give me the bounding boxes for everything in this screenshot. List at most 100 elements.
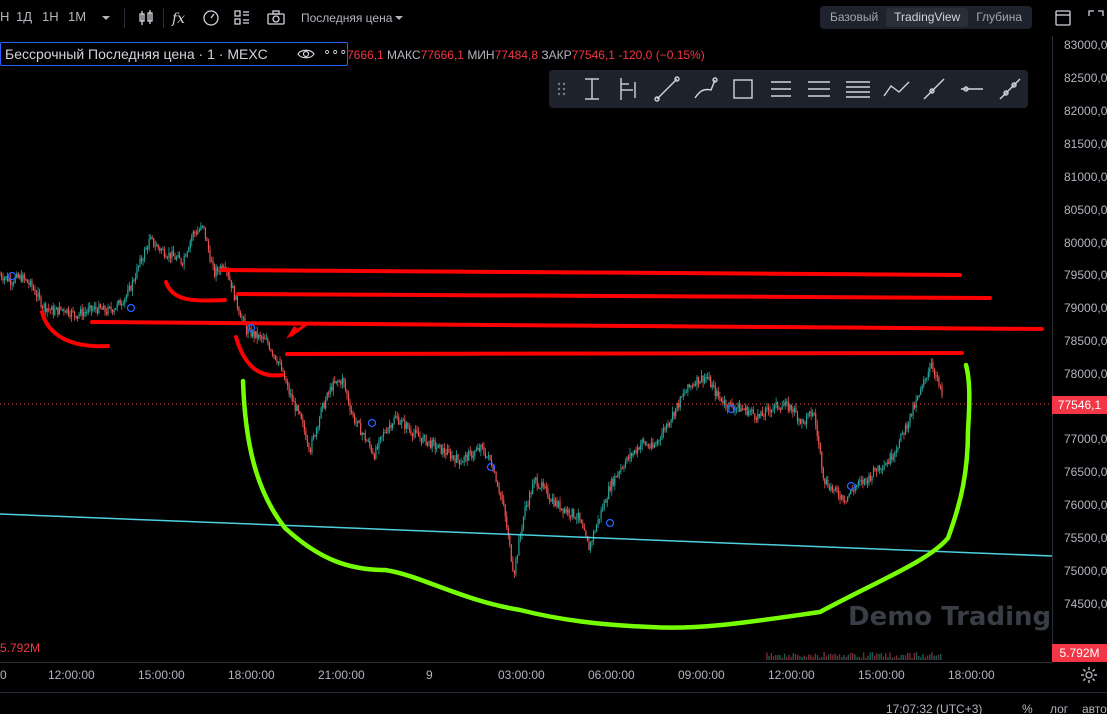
interval-week[interactable]: Н (0, 9, 9, 24)
tab-tradingview[interactable]: TradingView (886, 8, 969, 27)
window-layout-icon[interactable] (1052, 7, 1074, 29)
candle-body (489, 455, 491, 460)
volume-bar (880, 653, 882, 660)
candle-body (667, 423, 669, 427)
candle-body (627, 456, 630, 459)
candle-body (172, 251, 175, 257)
tab-depth[interactable]: Глубина (968, 6, 1030, 29)
interval-1w[interactable]: 1Н (42, 9, 59, 24)
candles-layer (0, 222, 943, 660)
candle-body (134, 278, 137, 281)
candle-body (611, 478, 613, 491)
interval-1d[interactable]: 1Д (16, 9, 32, 24)
volume-bar (933, 655, 935, 660)
candle-body (630, 453, 633, 457)
volume-bar (775, 654, 777, 660)
candle-body (486, 456, 488, 458)
candle-body (702, 375, 704, 383)
price-chart[interactable] (0, 36, 1052, 662)
drawing-toolbar-icons (557, 76, 1021, 102)
candle-body (81, 308, 83, 317)
candle-body (579, 512, 581, 521)
candle-body (174, 256, 176, 260)
candle-body (428, 440, 430, 442)
speedometer-icon[interactable] (200, 7, 222, 29)
candle-body (621, 467, 624, 469)
candle-body (716, 391, 718, 396)
candle-body (920, 389, 922, 395)
volume-bar (794, 654, 797, 660)
candle-body (595, 525, 598, 532)
candle-body (410, 429, 412, 434)
candle-body (831, 486, 834, 491)
time-tick: 21:00:00 (318, 668, 365, 682)
time-tick: 18:00:00 (948, 668, 995, 682)
candle-body (792, 409, 794, 413)
price-type-select[interactable]: Последняя цена (301, 11, 392, 25)
candle-body (390, 424, 392, 429)
interval-1m[interactable]: 1М (68, 9, 86, 24)
auto-toggle[interactable]: авто (1082, 702, 1107, 714)
tab-basic[interactable]: Базовый (822, 6, 886, 29)
close-value: 77546,1 (571, 48, 615, 62)
candle-body (539, 488, 541, 490)
log-toggle[interactable]: лог (1050, 702, 1068, 714)
candle-body (684, 393, 686, 395)
candle-body (469, 451, 471, 453)
candle-body (474, 451, 476, 456)
camera-icon[interactable] (265, 7, 287, 29)
layout-grid-icon[interactable] (231, 7, 253, 29)
low-label: МИН (467, 48, 495, 62)
candle-body (923, 380, 925, 386)
candle-body (311, 439, 313, 453)
candle-body (303, 422, 305, 432)
candle-body (78, 314, 80, 316)
candle-body (863, 478, 865, 484)
candle-body (309, 449, 312, 453)
candle-body (332, 381, 334, 391)
settings-gear-icon[interactable] (1080, 666, 1098, 689)
candle-body (28, 283, 30, 285)
candle-body (49, 309, 51, 311)
candle-body (620, 467, 622, 472)
candle-body (468, 451, 470, 461)
candle-body (504, 505, 506, 517)
extended-line-icon (999, 78, 1021, 100)
indicators-fx-icon[interactable]: fx (169, 7, 191, 29)
more-icon[interactable]: ∘∘∘ (323, 44, 347, 60)
chevron-down-icon[interactable] (390, 7, 412, 29)
candle-body (783, 405, 785, 407)
candle-body (280, 362, 283, 371)
candle-body (314, 435, 316, 437)
volume-bar (821, 656, 823, 660)
candle-body (43, 303, 45, 308)
candlestick-type-icon[interactable] (135, 7, 157, 29)
candle-body (490, 459, 493, 466)
eye-icon[interactable] (297, 46, 315, 67)
candle-body (592, 532, 595, 541)
chevron-down-icon[interactable] (95, 7, 117, 29)
candle-body (696, 376, 698, 386)
candle-body (352, 412, 354, 416)
candle-body (329, 387, 331, 394)
symbol-legend[interactable]: Бессрочный Последняя цена · 1 · MEXC ∘∘∘ (0, 42, 348, 66)
candle-body (52, 306, 54, 315)
candle-body (95, 306, 97, 310)
percent-toggle[interactable]: % (1022, 702, 1033, 714)
candle-body (175, 257, 178, 260)
candle-body (862, 479, 864, 484)
candle-body (665, 423, 668, 430)
change-value: -120,0 (−0.15%) (618, 48, 705, 62)
candle-body (869, 474, 872, 481)
fullscreen-icon[interactable] (1085, 7, 1107, 29)
candle-body (497, 481, 499, 487)
candle-body (548, 497, 550, 500)
candle-body (868, 474, 870, 484)
close-label: ЗАКР (541, 48, 572, 62)
clock-timezone[interactable]: 17:07:32 (UTC+3) (886, 702, 982, 714)
candle-body (475, 449, 477, 452)
event-markers (7, 271, 856, 528)
candle-body (217, 267, 219, 271)
candle-body (936, 375, 939, 378)
time-tick: 0 (0, 668, 7, 682)
